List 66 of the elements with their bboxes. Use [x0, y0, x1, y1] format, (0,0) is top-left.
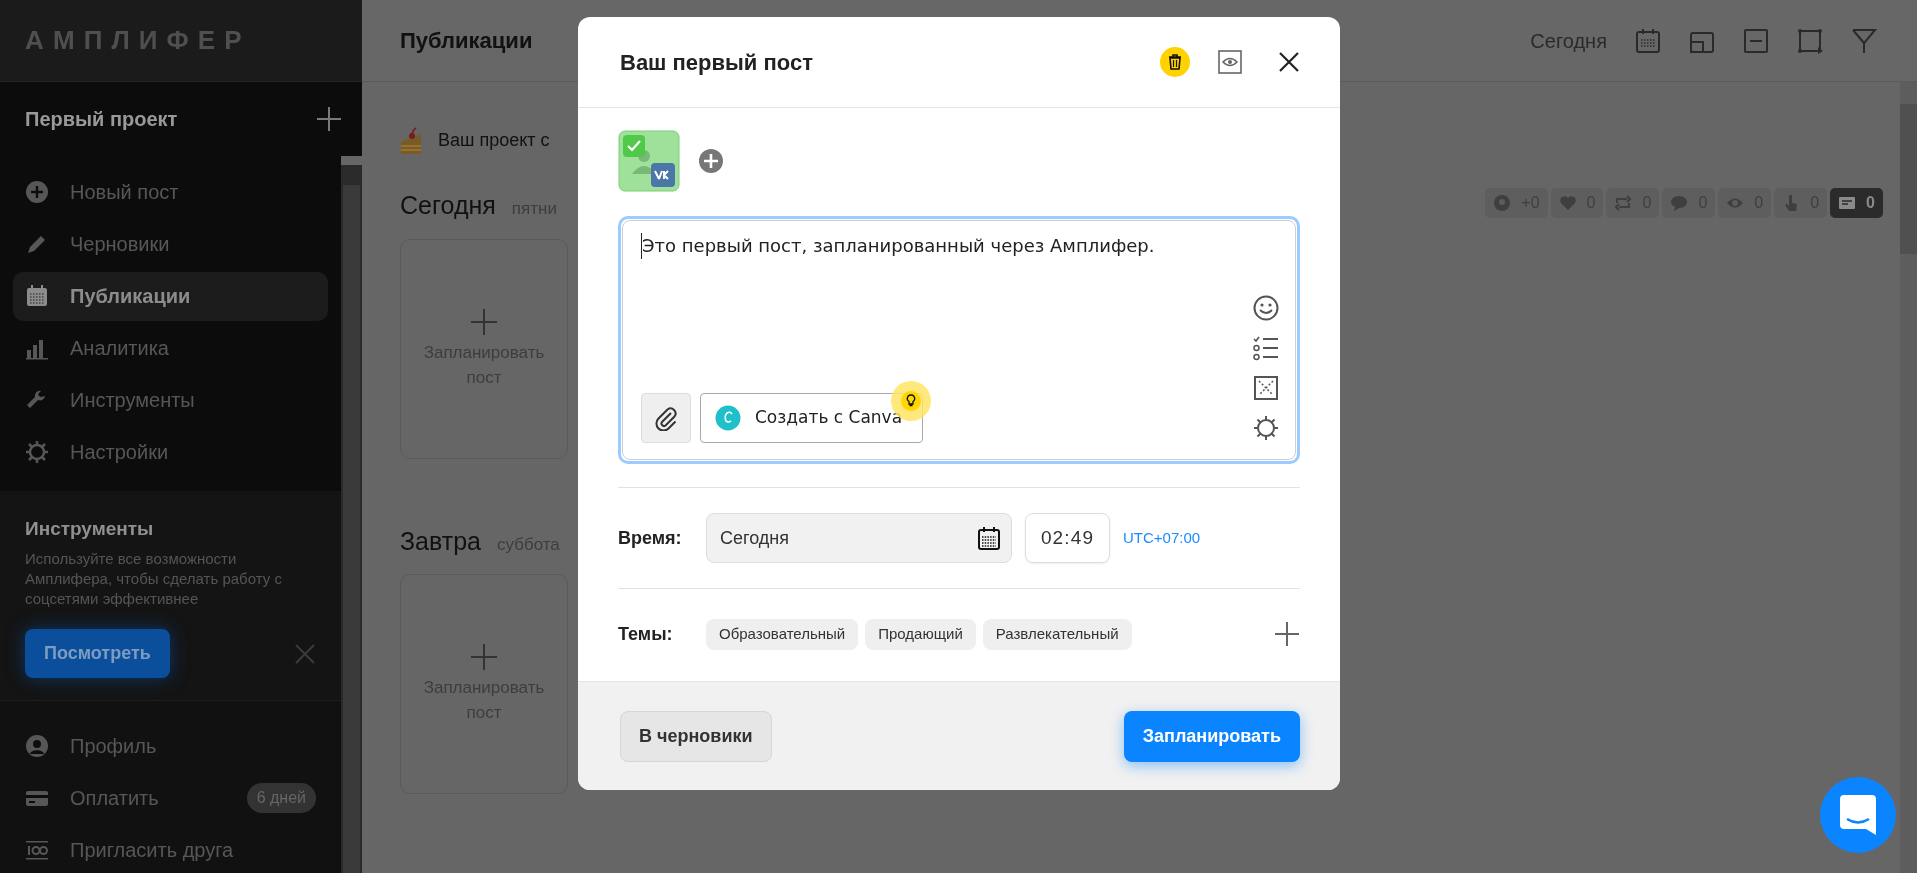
cake-icon — [400, 124, 422, 156]
nav-item[interactable]: Пригласить друга — [25, 827, 316, 873]
draft-button[interactable]: В черновики — [620, 710, 772, 762]
speech-bubble-icon — [1670, 194, 1689, 212]
promo-text: Используйте все возможности Амплифера, чтобы сделать работу с соцсетями эффективнее — [25, 549, 283, 609]
page-title: Публикации — [400, 27, 533, 55]
topic-tag[interactable]: Образовательный — [706, 618, 859, 650]
preview-icon[interactable] — [1218, 50, 1242, 74]
post-text: Это первый пост, запланированный через Амплифер. — [641, 233, 1237, 259]
timezone-link[interactable]: UTC+07:00 — [1123, 526, 1201, 550]
topic-tag[interactable]: Продающий — [865, 618, 976, 650]
plus-icon — [470, 643, 498, 671]
canva-button[interactable]: Создать с Canva — [700, 393, 924, 443]
calendar-icon — [25, 284, 49, 308]
plus-circle-icon[interactable] — [698, 148, 724, 174]
heart-icon — [1558, 194, 1577, 212]
plus-icon — [470, 307, 498, 336]
scrollbar[interactable] — [341, 165, 362, 873]
attach-button[interactable] — [641, 393, 691, 443]
repost-icon — [1614, 194, 1633, 212]
account-avatar-icon[interactable] — [618, 130, 680, 192]
frame-icon[interactable] — [1797, 27, 1823, 54]
chat-icon — [1840, 795, 1876, 835]
plus-icon[interactable] — [316, 105, 342, 132]
calendar-icon — [977, 526, 1001, 550]
checklist-icon[interactable] — [1253, 335, 1279, 361]
delete-button[interactable] — [1160, 47, 1190, 77]
expand-frame-icon[interactable] — [1253, 375, 1279, 401]
time-field[interactable]: 02:49 — [1025, 513, 1110, 563]
nav-item[interactable]: Новый пост — [13, 167, 328, 217]
post-editor[interactable]: Это первый пост, запланированный через Амплифер. Создать с Canva — [622, 220, 1296, 460]
gear-icon[interactable] — [1253, 415, 1279, 441]
topic-tag[interactable]: Развлекательный — [982, 618, 1132, 650]
promo-title: Инструменты — [25, 516, 155, 541]
today-link[interactable]: Сегодня — [1530, 25, 1607, 56]
banner-text: Ваш проект с — [438, 128, 550, 152]
plus-icon[interactable] — [1274, 621, 1300, 647]
close-icon[interactable] — [1278, 51, 1300, 73]
calendar-icon[interactable] — [1635, 27, 1661, 54]
nav-item[interactable]: Публикации — [13, 271, 328, 321]
nav-item[interactable]: Черновики — [13, 219, 328, 269]
smiley-icon[interactable] — [1253, 295, 1279, 321]
plus-circle-icon — [25, 180, 49, 204]
time-label: Время: — [618, 526, 683, 550]
nav-item[interactable]: Профиль — [25, 723, 316, 769]
day-title: Завтра — [400, 525, 481, 557]
card-icon — [1838, 194, 1857, 212]
schedule-button[interactable]: Запланировать — [1123, 710, 1300, 762]
project-name[interactable]: Первый проект — [25, 103, 178, 134]
view-button[interactable]: Посмотреть — [25, 629, 170, 678]
trash-icon — [1168, 54, 1182, 70]
person-icon — [25, 734, 49, 758]
dialog-title: Ваш первый пост — [620, 48, 813, 77]
nav-item[interactable]: Инструменты — [13, 375, 328, 425]
person-icon — [1493, 194, 1512, 212]
day-title: Сегодня — [400, 190, 496, 221]
paperclip-icon — [653, 405, 679, 431]
nav-item[interactable]: Настройки — [13, 427, 328, 477]
gear-icon — [25, 440, 49, 464]
filter-icon[interactable] — [1851, 27, 1877, 54]
topics-label: Темы: — [618, 622, 674, 646]
posts-stat[interactable]: 0 — [1830, 188, 1883, 218]
canva-logo-icon — [715, 405, 741, 431]
minus-box-icon[interactable] — [1743, 27, 1769, 54]
nav-item[interactable]: Аналитика — [13, 323, 328, 373]
date-field[interactable]: Сегодня — [706, 513, 1012, 563]
